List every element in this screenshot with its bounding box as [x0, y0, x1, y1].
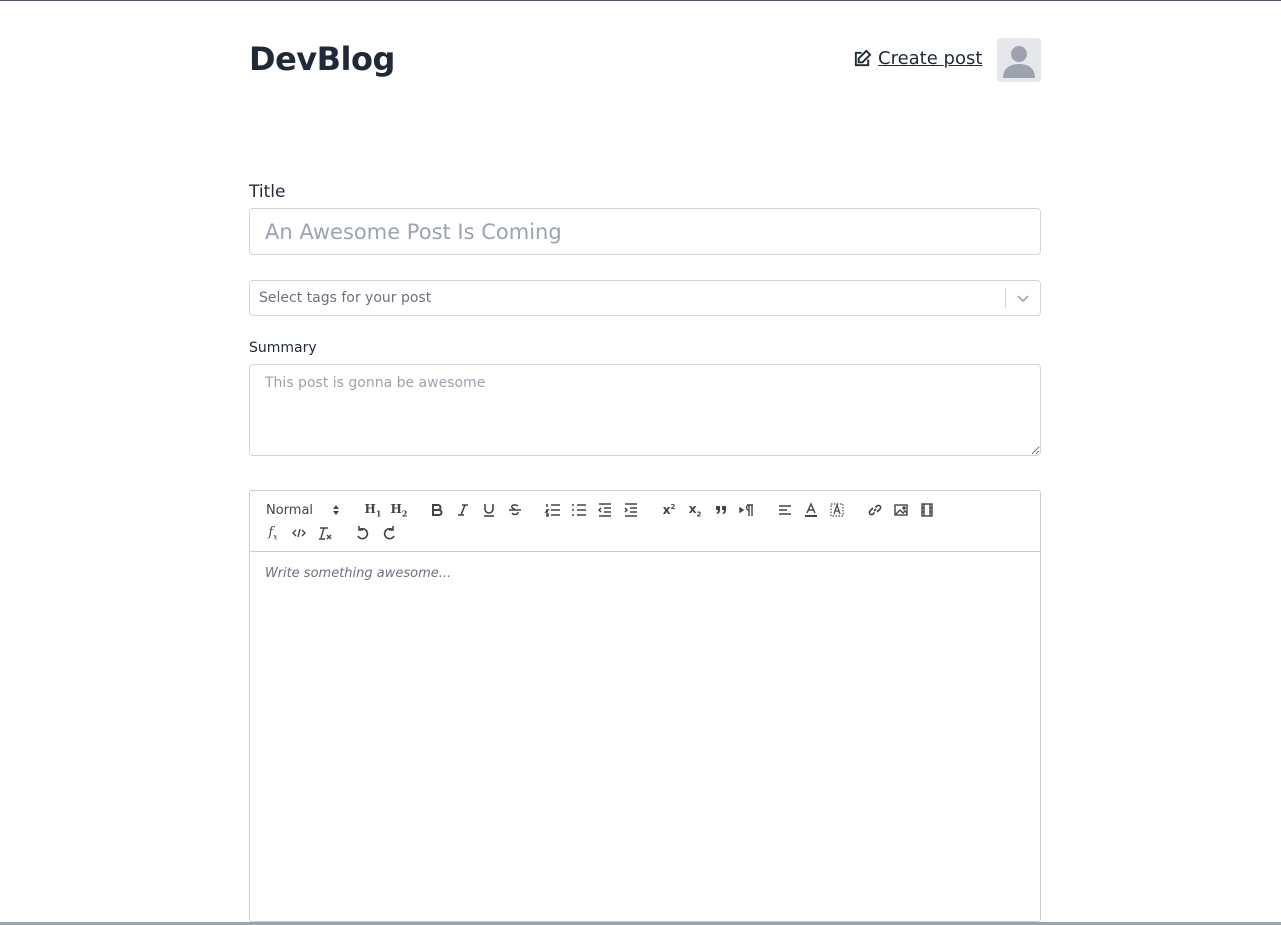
indent-button[interactable]: [618, 499, 644, 521]
title-label: Title: [249, 182, 286, 202]
editor-placeholder: Write something awesome...: [265, 566, 452, 581]
strikethrough-button[interactable]: [502, 499, 528, 521]
align-left-button[interactable]: [772, 499, 798, 521]
image-button[interactable]: [888, 499, 914, 521]
summary-textarea[interactable]: [249, 364, 1041, 456]
paragraph-direction-icon: [739, 504, 753, 516]
tags-dropdown-toggle[interactable]: [1006, 291, 1040, 305]
toolbar-row-2: fx: [260, 522, 1032, 544]
align-left-icon: [779, 505, 791, 515]
italic-button[interactable]: [450, 499, 476, 521]
format-select[interactable]: Normal: [260, 499, 344, 521]
header-2-button[interactable]: H2: [386, 499, 412, 521]
format-select-value: Normal: [266, 502, 314, 518]
header-2-icon: H2: [390, 501, 408, 519]
edit-icon: [854, 49, 872, 67]
formula-icon: fx: [268, 524, 278, 542]
redo-icon: [383, 526, 395, 540]
video-icon: [921, 503, 933, 517]
undo-button[interactable]: [350, 522, 376, 544]
superscript-icon: x2: [662, 503, 676, 517]
subscript-button[interactable]: x2: [682, 499, 708, 521]
header-1-button[interactable]: H1: [360, 499, 386, 521]
summary-label: Summary: [249, 340, 317, 356]
page-container: DevBlog Create post Title Select tags fo…: [249, 0, 1041, 922]
italic-icon: [458, 504, 468, 516]
ordered-list-button[interactable]: [540, 499, 566, 521]
strikethrough-icon: [509, 504, 521, 516]
bullet-list-icon: [572, 504, 586, 516]
chevron-down-icon: [1017, 295, 1029, 303]
clear-formatting-button[interactable]: [312, 522, 338, 544]
title-input[interactable]: [249, 208, 1041, 255]
editor-content-area[interactable]: Write something awesome...: [250, 552, 1040, 595]
bold-button[interactable]: [424, 499, 450, 521]
code-block-button[interactable]: [286, 522, 312, 544]
link-button[interactable]: [862, 499, 888, 521]
subscript-icon: x2: [688, 501, 702, 519]
tags-placeholder: Select tags for your post: [259, 290, 432, 306]
create-post-link[interactable]: Create post: [853, 48, 982, 69]
underline-button[interactable]: [476, 499, 502, 521]
blockquote-button[interactable]: [708, 499, 734, 521]
text-color-button[interactable]: [798, 499, 824, 521]
rich-text-editor: Normal H1 H2 x2 x2 fx Write something aw…: [249, 490, 1041, 922]
direction-rtl-button[interactable]: [734, 499, 760, 521]
select-arrows-icon: [333, 505, 339, 515]
underline-icon: [484, 504, 494, 517]
avatar[interactable]: [997, 38, 1041, 82]
toolbar-row-1: Normal H1 H2 x2 x2: [260, 499, 1032, 521]
site-logo[interactable]: DevBlog: [249, 40, 395, 78]
site-header: DevBlog Create post: [249, 0, 1041, 120]
bullet-list-button[interactable]: [566, 499, 592, 521]
redo-button[interactable]: [376, 522, 402, 544]
text-color-icon: [805, 502, 817, 517]
background-color-button[interactable]: [824, 499, 850, 521]
bold-icon: [432, 504, 443, 516]
video-button[interactable]: [914, 499, 940, 521]
outdent-button[interactable]: [592, 499, 618, 521]
header-1-icon: H1: [364, 501, 382, 519]
link-icon: [868, 504, 882, 516]
user-icon: [997, 38, 1041, 82]
ordered-list-icon: [544, 504, 560, 517]
editor-toolbar: Normal H1 H2 x2 x2 fx: [250, 491, 1040, 552]
superscript-button[interactable]: x2: [656, 499, 682, 521]
outdent-icon: [597, 503, 611, 517]
image-icon: [894, 504, 908, 516]
background-color-icon: [830, 503, 844, 517]
clear-formatting-icon: [319, 527, 332, 540]
tags-select[interactable]: Select tags for your post: [249, 280, 1041, 316]
code-icon: [292, 528, 306, 538]
undo-icon: [357, 526, 369, 540]
create-post-label: Create post: [878, 48, 983, 69]
blockquote-icon: [716, 506, 726, 514]
formula-button[interactable]: fx: [260, 522, 286, 544]
indent-icon: [624, 503, 637, 517]
